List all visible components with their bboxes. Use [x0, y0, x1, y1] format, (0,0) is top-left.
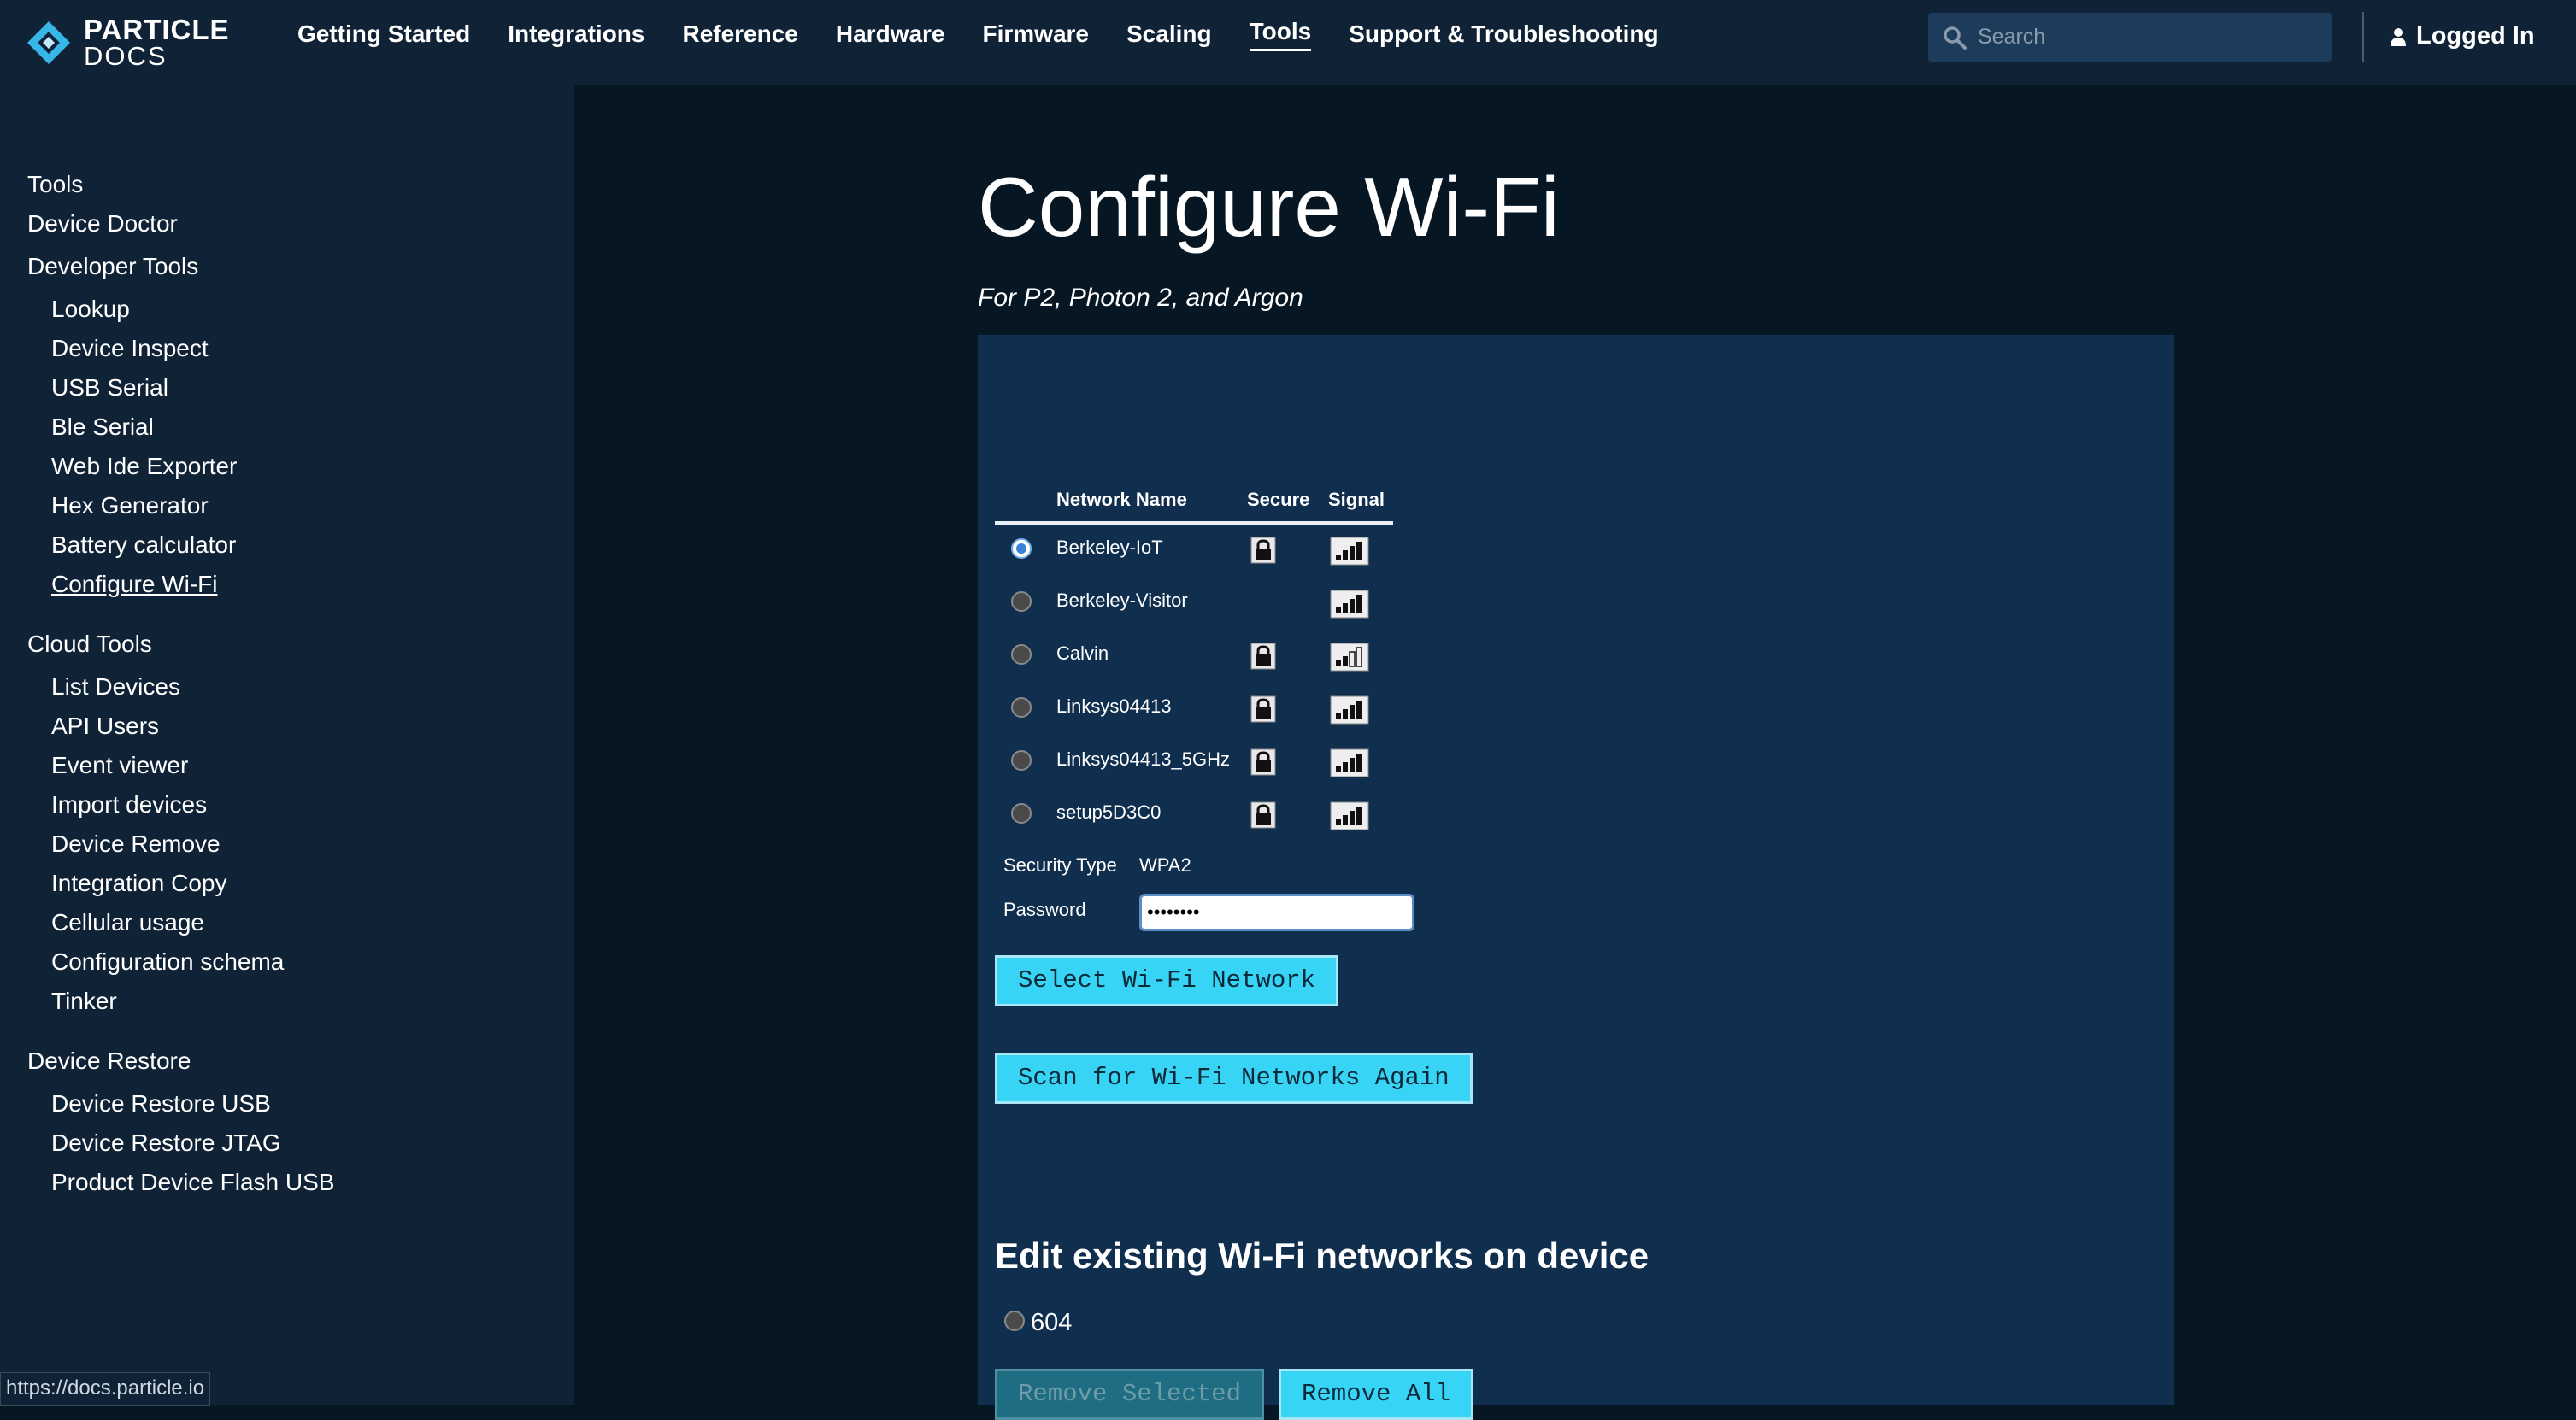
- sidebar-item-device-restore-usb[interactable]: Device Restore USB: [51, 1090, 271, 1118]
- select-wifi-network-button[interactable]: Select Wi-Fi Network: [995, 955, 1339, 1006]
- sidebar-item-hex-generator[interactable]: Hex Generator: [51, 492, 209, 519]
- sidebar-item-ble-serial[interactable]: Ble Serial: [51, 414, 154, 441]
- nav-integrations[interactable]: Integrations: [508, 21, 644, 48]
- user-icon: [2391, 27, 2406, 46]
- header-network-name: Network Name: [1056, 489, 1187, 510]
- brand-line1: PARTICLE: [84, 14, 230, 45]
- sidebar-item-configure-wifi[interactable]: Configure Wi-Fi: [51, 571, 217, 598]
- nav-hardware[interactable]: Hardware: [836, 21, 945, 48]
- sidebar-item-api-users[interactable]: API Users: [51, 713, 159, 740]
- search-icon: [1944, 26, 1967, 50]
- password-field[interactable]: ••••••••: [1139, 894, 1414, 931]
- sidebar-item-usb-serial[interactable]: USB Serial: [51, 374, 168, 402]
- network-radio[interactable]: [1011, 591, 1032, 612]
- signal-strength-icon: [1330, 643, 1369, 672]
- network-radio[interactable]: [1011, 697, 1032, 718]
- edit-existing-heading: Edit existing Wi-Fi networks on device: [995, 1235, 1650, 1276]
- sidebar-item-list-devices[interactable]: List Devices: [51, 673, 180, 701]
- lock-icon: [1250, 695, 1276, 723]
- nav-tools[interactable]: Tools: [1249, 18, 1312, 51]
- nav-firmware[interactable]: Firmware: [983, 21, 1090, 48]
- lock-icon: [1250, 801, 1276, 829]
- nav-scaling[interactable]: Scaling: [1126, 21, 1212, 48]
- search-box[interactable]: [1928, 13, 2332, 62]
- nav-support[interactable]: Support & Troubleshooting: [1349, 21, 1658, 48]
- network-name: Berkeley-Visitor: [1056, 590, 1188, 611]
- password-label: Password: [1003, 899, 1086, 920]
- signal-strength-icon: [1330, 537, 1369, 566]
- main-nav: Getting Started Integrations Reference H…: [297, 0, 1697, 68]
- network-radio[interactable]: [1011, 750, 1032, 771]
- logged-in-label: Logged In: [2416, 22, 2535, 50]
- sidebar-item-tools[interactable]: Tools: [27, 171, 83, 198]
- sidebar-item-product-device-flash-usb[interactable]: Product Device Flash USB: [51, 1169, 334, 1196]
- signal-strength-icon: [1330, 801, 1369, 830]
- sidebar-item-cloud-tools[interactable]: Cloud Tools: [27, 631, 152, 658]
- sidebar-item-cellular-usage[interactable]: Cellular usage: [51, 909, 204, 936]
- brand-line2: DOCS: [84, 41, 168, 71]
- status-url: https://docs.particle.io: [0, 1372, 211, 1406]
- scan-networks-button[interactable]: Scan for Wi-Fi Networks Again: [995, 1053, 1473, 1104]
- network-radio[interactable]: [1011, 644, 1032, 665]
- sidebar-item-device-doctor[interactable]: Device Doctor: [27, 210, 178, 238]
- logged-in-button[interactable]: Logged In: [2389, 22, 2535, 50]
- existing-network-radio[interactable]: [1004, 1311, 1025, 1331]
- sidebar-item-import-devices[interactable]: Import devices: [51, 791, 207, 819]
- network-radio[interactable]: [1011, 803, 1032, 824]
- lock-icon: [1250, 748, 1276, 776]
- sidebar-item-web-ide-exporter[interactable]: Web Ide Exporter: [51, 453, 237, 480]
- sidebar-item-configuration-schema[interactable]: Configuration schema: [51, 948, 284, 976]
- security-type-label: Security Type: [1003, 854, 1117, 876]
- signal-strength-icon: [1330, 748, 1369, 777]
- page-subtitle: For P2, Photon 2, and Argon: [978, 284, 1303, 312]
- signal-strength-icon: [1330, 590, 1369, 619]
- lock-icon: [1250, 643, 1276, 670]
- sidebar-item-integration-copy[interactable]: Integration Copy: [51, 870, 226, 897]
- lock-icon: [1250, 537, 1276, 564]
- page-title: Configure Wi-Fi: [978, 160, 1560, 254]
- network-radio[interactable]: [1011, 538, 1032, 559]
- signal-strength-icon: [1330, 695, 1369, 725]
- network-name: setup5D3C0: [1056, 801, 1162, 823]
- search-input[interactable]: [1976, 24, 2321, 50]
- header-divider: [2362, 12, 2364, 62]
- network-name: Linksys04413_5GHz: [1056, 748, 1231, 770]
- sidebar-item-device-restore-jtag[interactable]: Device Restore JTAG: [51, 1130, 281, 1157]
- sidebar-item-device-restore[interactable]: Device Restore: [27, 1047, 191, 1075]
- top-navigation-bar: PARTICLE DOCS Getting Started Integratio…: [0, 0, 2576, 85]
- particle-logo-icon: [26, 20, 72, 66]
- sidebar-item-lookup[interactable]: Lookup: [51, 296, 130, 323]
- particle-docs-logo[interactable]: PARTICLE DOCS: [26, 14, 230, 72]
- remove-all-button[interactable]: Remove All: [1279, 1369, 1474, 1420]
- sidebar-item-battery-calculator[interactable]: Battery calculator: [51, 531, 236, 559]
- sidebar-item-tinker[interactable]: Tinker: [51, 988, 117, 1015]
- network-name: Linksys04413: [1056, 695, 1172, 717]
- nav-reference[interactable]: Reference: [682, 21, 797, 48]
- sidebar: [0, 85, 574, 1405]
- security-type-value: WPA2: [1139, 854, 1191, 876]
- header-secure: Secure: [1247, 489, 1310, 510]
- header-signal: Signal: [1328, 489, 1385, 510]
- sidebar-item-device-inspect[interactable]: Device Inspect: [51, 335, 209, 362]
- nav-getting-started[interactable]: Getting Started: [297, 21, 470, 48]
- table-header-rule: [995, 521, 1393, 525]
- network-name: Calvin: [1056, 643, 1109, 664]
- network-name: Berkeley-IoT: [1056, 537, 1163, 558]
- sidebar-item-event-viewer[interactable]: Event viewer: [51, 752, 188, 779]
- sidebar-item-device-remove[interactable]: Device Remove: [51, 830, 221, 858]
- sidebar-item-developer-tools[interactable]: Developer Tools: [27, 253, 198, 280]
- remove-selected-button[interactable]: Remove Selected: [995, 1369, 1265, 1420]
- existing-network-label: 604: [1031, 1309, 1073, 1336]
